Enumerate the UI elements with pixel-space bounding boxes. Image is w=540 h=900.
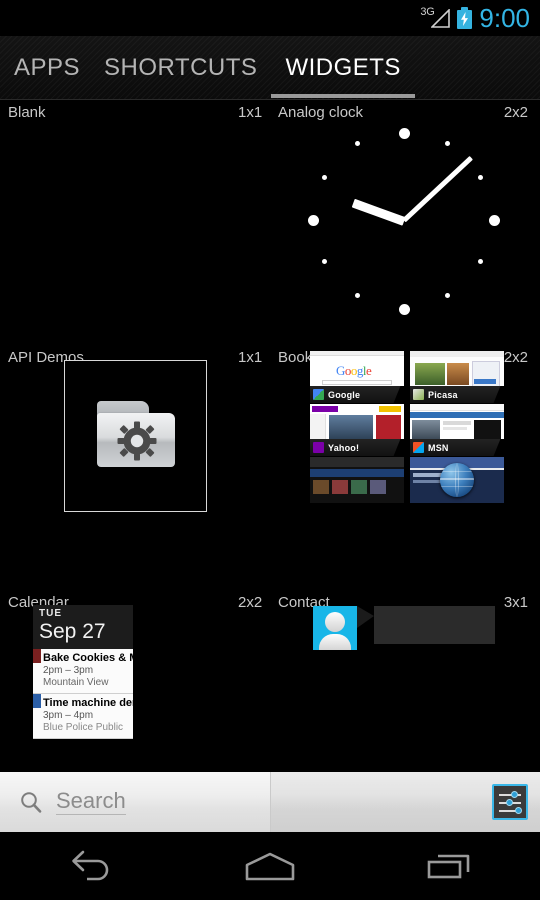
contact-avatar <box>313 606 357 650</box>
browser-globe-icon <box>440 463 474 497</box>
bookmark-cell-picasa[interactable]: Picasa <box>410 351 504 403</box>
folder-gear-icon <box>93 401 179 471</box>
tab-apps[interactable]: APPS <box>0 36 92 100</box>
bookmark-bar-msn: MSN <box>410 439 504 456</box>
status-bar-clock: 9:00 <box>479 3 530 33</box>
bookmark-cell-yahoo[interactable]: Yahoo! <box>310 404 404 456</box>
calendar-event-1-time: 2pm – 3pm <box>43 665 94 676</box>
tab-shortcuts[interactable]: SHORTCUTS <box>92 36 271 100</box>
bookmark-bar-yahoo: Yahoo! <box>310 439 404 456</box>
tab-active-indicator <box>271 93 415 98</box>
tab-shortcuts-label: SHORTCUTS <box>104 53 258 81</box>
widget-preview-analog-clock[interactable] <box>303 119 505 321</box>
nav-recents-button[interactable] <box>395 832 505 900</box>
widget-row-2: API Demos 1x1 Bookmarks 2x2 <box>0 346 540 591</box>
search-input-area[interactable]: Search <box>0 772 270 832</box>
clock-dot-6 <box>398 304 410 315</box>
tab-widgets-label: WIDGETS <box>285 53 401 81</box>
favicon-msn <box>413 442 424 453</box>
favicon-picasa <box>413 389 424 400</box>
avatar-body-shape <box>319 634 351 650</box>
calendar-event-1-color-chip <box>33 649 41 663</box>
sliders-settings-icon[interactable] <box>492 784 528 820</box>
calendar-date: Sep 27 <box>39 620 106 643</box>
signal-triangle-icon <box>431 9 451 28</box>
widget-row-3: Calendar 2x2 Contact 3x1 TUE Sep 27 Bake… <box>0 591 540 772</box>
status-bar[interactable]: 3G 9:00 <box>0 0 540 36</box>
bookmark-title-msn: MSN <box>428 442 449 453</box>
widget-preview-blank[interactable] <box>8 129 258 329</box>
calendar-event-2-time: 3pm – 4pm <box>43 710 94 721</box>
widget-size-analog-clock: 2x2 <box>503 104 528 121</box>
search-input[interactable]: Search <box>56 789 126 815</box>
search-magnifier-icon <box>21 792 42 813</box>
clock-dot-5 <box>445 293 450 298</box>
clock-dot-10 <box>322 175 327 180</box>
clock-dot-11 <box>355 141 360 146</box>
widget-preview-contact[interactable] <box>313 606 495 652</box>
contact-name-bar <box>374 606 495 644</box>
nav-home-button[interactable] <box>215 832 325 900</box>
bookmark-cell-partial-left[interactable] <box>310 457 404 503</box>
favicon-google <box>313 389 324 400</box>
clock-dot-2 <box>478 175 483 180</box>
calendar-event-2-title: Time machine demo for Sergey <box>43 697 133 709</box>
tab-widgets[interactable]: WIDGETS <box>271 36 415 100</box>
calendar-event-1[interactable]: Bake Cookies & Make Ice Cream 2pm – 3pm … <box>33 649 133 694</box>
widget-label-blank: Blank <box>8 104 46 121</box>
clock-dot-3 <box>489 214 500 226</box>
calendar-event-2[interactable]: Time machine demo for Sergey 3pm – 4pm B… <box>33 694 133 739</box>
widget-list[interactable]: Blank 1x1 Analog clock 2x2 API Demos 1x1… <box>0 101 540 772</box>
bookmark-title-yahoo: Yahoo! <box>328 442 360 453</box>
bookmark-title-picasa: Picasa <box>428 389 458 400</box>
bookmark-title-google: Google <box>328 389 361 400</box>
favicon-yahoo <box>313 442 324 453</box>
signal-strength-icon: 3G <box>420 6 451 29</box>
bookmark-cell-google[interactable]: Google Google <box>310 351 404 403</box>
widget-size-blank: 1x1 <box>238 104 263 121</box>
contact-arrow-icon <box>357 606 374 628</box>
widget-size-contact: 3x1 <box>503 594 528 611</box>
tab-apps-label: APPS <box>14 53 81 81</box>
home-icon <box>245 852 295 881</box>
bookmark-thumbnail-partial-left <box>310 457 404 503</box>
clock-dot-4 <box>478 259 483 264</box>
search-widget[interactable]: Search <box>0 772 540 832</box>
tab-bar: APPS SHORTCUTS WIDGETS <box>0 36 540 100</box>
nav-back-button[interactable] <box>35 832 145 900</box>
calendar-event-2-color-chip <box>33 694 41 708</box>
avatar-head-shape <box>325 612 345 632</box>
clock-minute-hand <box>402 155 473 223</box>
bookmark-bar-google: Google <box>310 386 404 403</box>
widget-preview-bookmarks[interactable]: Google Google Picasa Yahoo! MSN <box>310 351 510 503</box>
widget-size-api-demos: 1x1 <box>238 349 263 366</box>
status-bar-right-cluster: 3G 9:00 <box>420 5 530 31</box>
search-voice-area[interactable] <box>270 772 540 832</box>
clock-dot-1 <box>445 141 450 146</box>
widget-size-calendar: 2x2 <box>238 594 263 611</box>
bookmark-bar-picasa: Picasa <box>410 386 504 403</box>
clock-dot-9 <box>308 214 319 226</box>
widget-preview-calendar[interactable]: TUE Sep 27 Bake Cookies & Make Ice Cream… <box>33 605 133 757</box>
clock-dot-12 <box>398 128 410 139</box>
calendar-event-1-title: Bake Cookies & Make Ice Cream <box>43 652 133 664</box>
back-arrow-icon <box>72 850 109 881</box>
navigation-bar <box>0 832 540 900</box>
calendar-event-1-location: Mountain View <box>43 677 109 688</box>
calendar-header: TUE Sep 27 <box>33 605 133 649</box>
battery-charging-icon <box>457 7 473 29</box>
clock-dot-8 <box>322 259 327 264</box>
recent-apps-icon <box>427 854 470 879</box>
widget-row-1: Blank 1x1 Analog clock 2x2 <box>0 101 540 346</box>
clock-hour-hand <box>351 198 406 226</box>
bookmark-cell-msn[interactable]: MSN <box>410 404 504 456</box>
widget-preview-api-demos[interactable] <box>64 360 207 512</box>
clock-dot-7 <box>355 293 360 298</box>
calendar-event-2-location: Blue Police Public <box>43 722 124 733</box>
lightning-bolt-icon <box>461 12 469 26</box>
calendar-day-of-week: TUE <box>39 608 62 619</box>
gear-icon <box>117 421 156 461</box>
